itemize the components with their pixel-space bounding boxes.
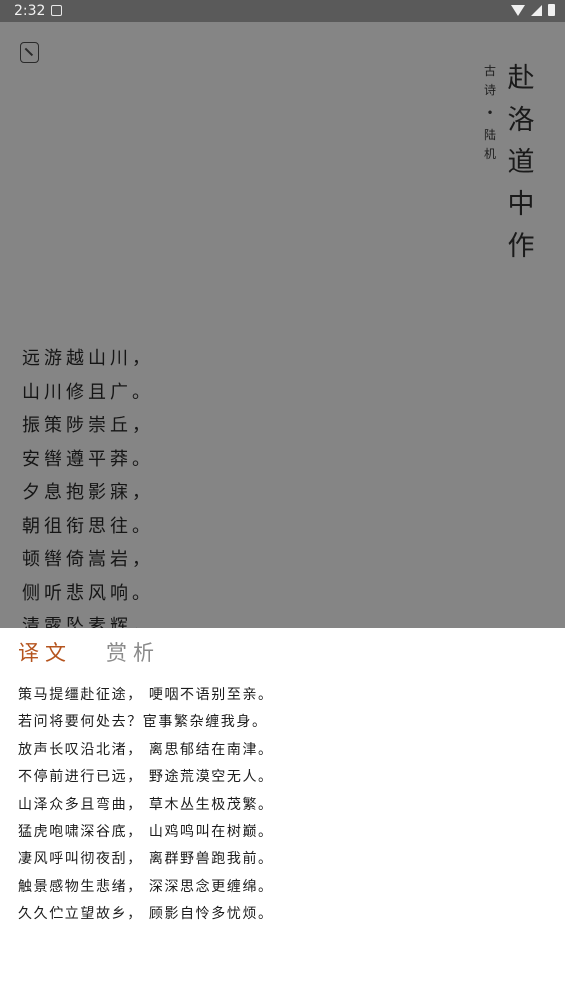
- tab-appreciation[interactable]: 赏析: [106, 638, 160, 668]
- status-time: 2:32: [14, 3, 46, 19]
- poem-line: 夕息抱影寐，: [22, 482, 154, 503]
- wifi-icon: [511, 4, 525, 16]
- notification-icon: [51, 5, 62, 16]
- translation-line: 不停前进行已远， 野途荒漠空无人。: [18, 769, 274, 786]
- translation-line: 山泽众多且弯曲， 草木丛生极茂繁。: [18, 796, 274, 813]
- poem-author[interactable]: 陆机: [484, 128, 496, 161]
- translation-line: 策马提缰赴征途， 哽咽不语别至亲。: [18, 687, 274, 703]
- status-icons: [511, 4, 555, 16]
- poem-page[interactable]: 赴洛道中作 古诗 • 陆机 远游越山川， 山川修且广。 振策陟崇丘， 安辔遵平莽…: [0, 22, 565, 628]
- signal-icon: [531, 4, 542, 16]
- poem-title: 赴洛道中作: [507, 63, 535, 262]
- translation-line: 猛虎咆啸深谷底， 山鸡鸣叫在树巅。: [18, 824, 274, 841]
- menu-icon[interactable]: [20, 42, 39, 63]
- poem-meta: 古诗 • 陆机: [481, 62, 499, 164]
- battery-icon: [548, 4, 555, 16]
- poem-line: 清露坠素辉，: [22, 616, 154, 628]
- translation-line: 凄风呼叫彻夜刮， 离群野兽跑我前。: [18, 851, 274, 868]
- sheet-tabs: 译文 赏析: [18, 638, 160, 668]
- poem-body: 远游越山川， 山川修且广。 振策陟崇丘， 安辔遵平莽。 夕息抱影寐， 朝徂衔思往…: [22, 342, 154, 628]
- translation-line: 触景感物生悲绪， 深深思念更缠绵。: [18, 878, 274, 895]
- bottom-sheet: 译文 赏析 策马提缰赴征途， 哽咽不语别至亲。 若问将要何处去？宦事繁杂缠我身。…: [0, 628, 565, 1004]
- screen: 2:32 赴洛道中作 古诗 • 陆机 远游越山川， 山川修且广。 振策陟崇丘， …: [0, 0, 565, 1004]
- poem-line: 朝徂衔思往。: [22, 515, 154, 537]
- poem-category: 古诗: [483, 64, 496, 97]
- poem-line: 振策陟崇丘，: [22, 415, 154, 436]
- poem-line: 山川修且广。: [22, 381, 154, 403]
- translation-line: 若问将要何处去？宦事繁杂缠我身。: [18, 714, 268, 731]
- poem-line: 顿辔倚嵩岩，: [22, 549, 154, 570]
- tab-translation[interactable]: 译文: [18, 638, 72, 668]
- translation-line: 放声长叹沿北渚， 离思郁结在南津。: [18, 741, 274, 758]
- translation-line: 久久伫立望故乡， 顾影自怜多忧烦。: [18, 906, 274, 923]
- poem-line: 侧听悲风响。: [22, 582, 154, 604]
- meta-separator: •: [486, 106, 494, 120]
- translation-text: 策马提缰赴征途， 哽咽不语别至亲。 若问将要何处去？宦事繁杂缠我身。 放声长叹沿…: [18, 682, 274, 929]
- status-bar: 2:32: [0, 0, 565, 22]
- poem-line: 远游越山川，: [22, 348, 154, 369]
- poem-line: 安辔遵平莽。: [22, 448, 154, 470]
